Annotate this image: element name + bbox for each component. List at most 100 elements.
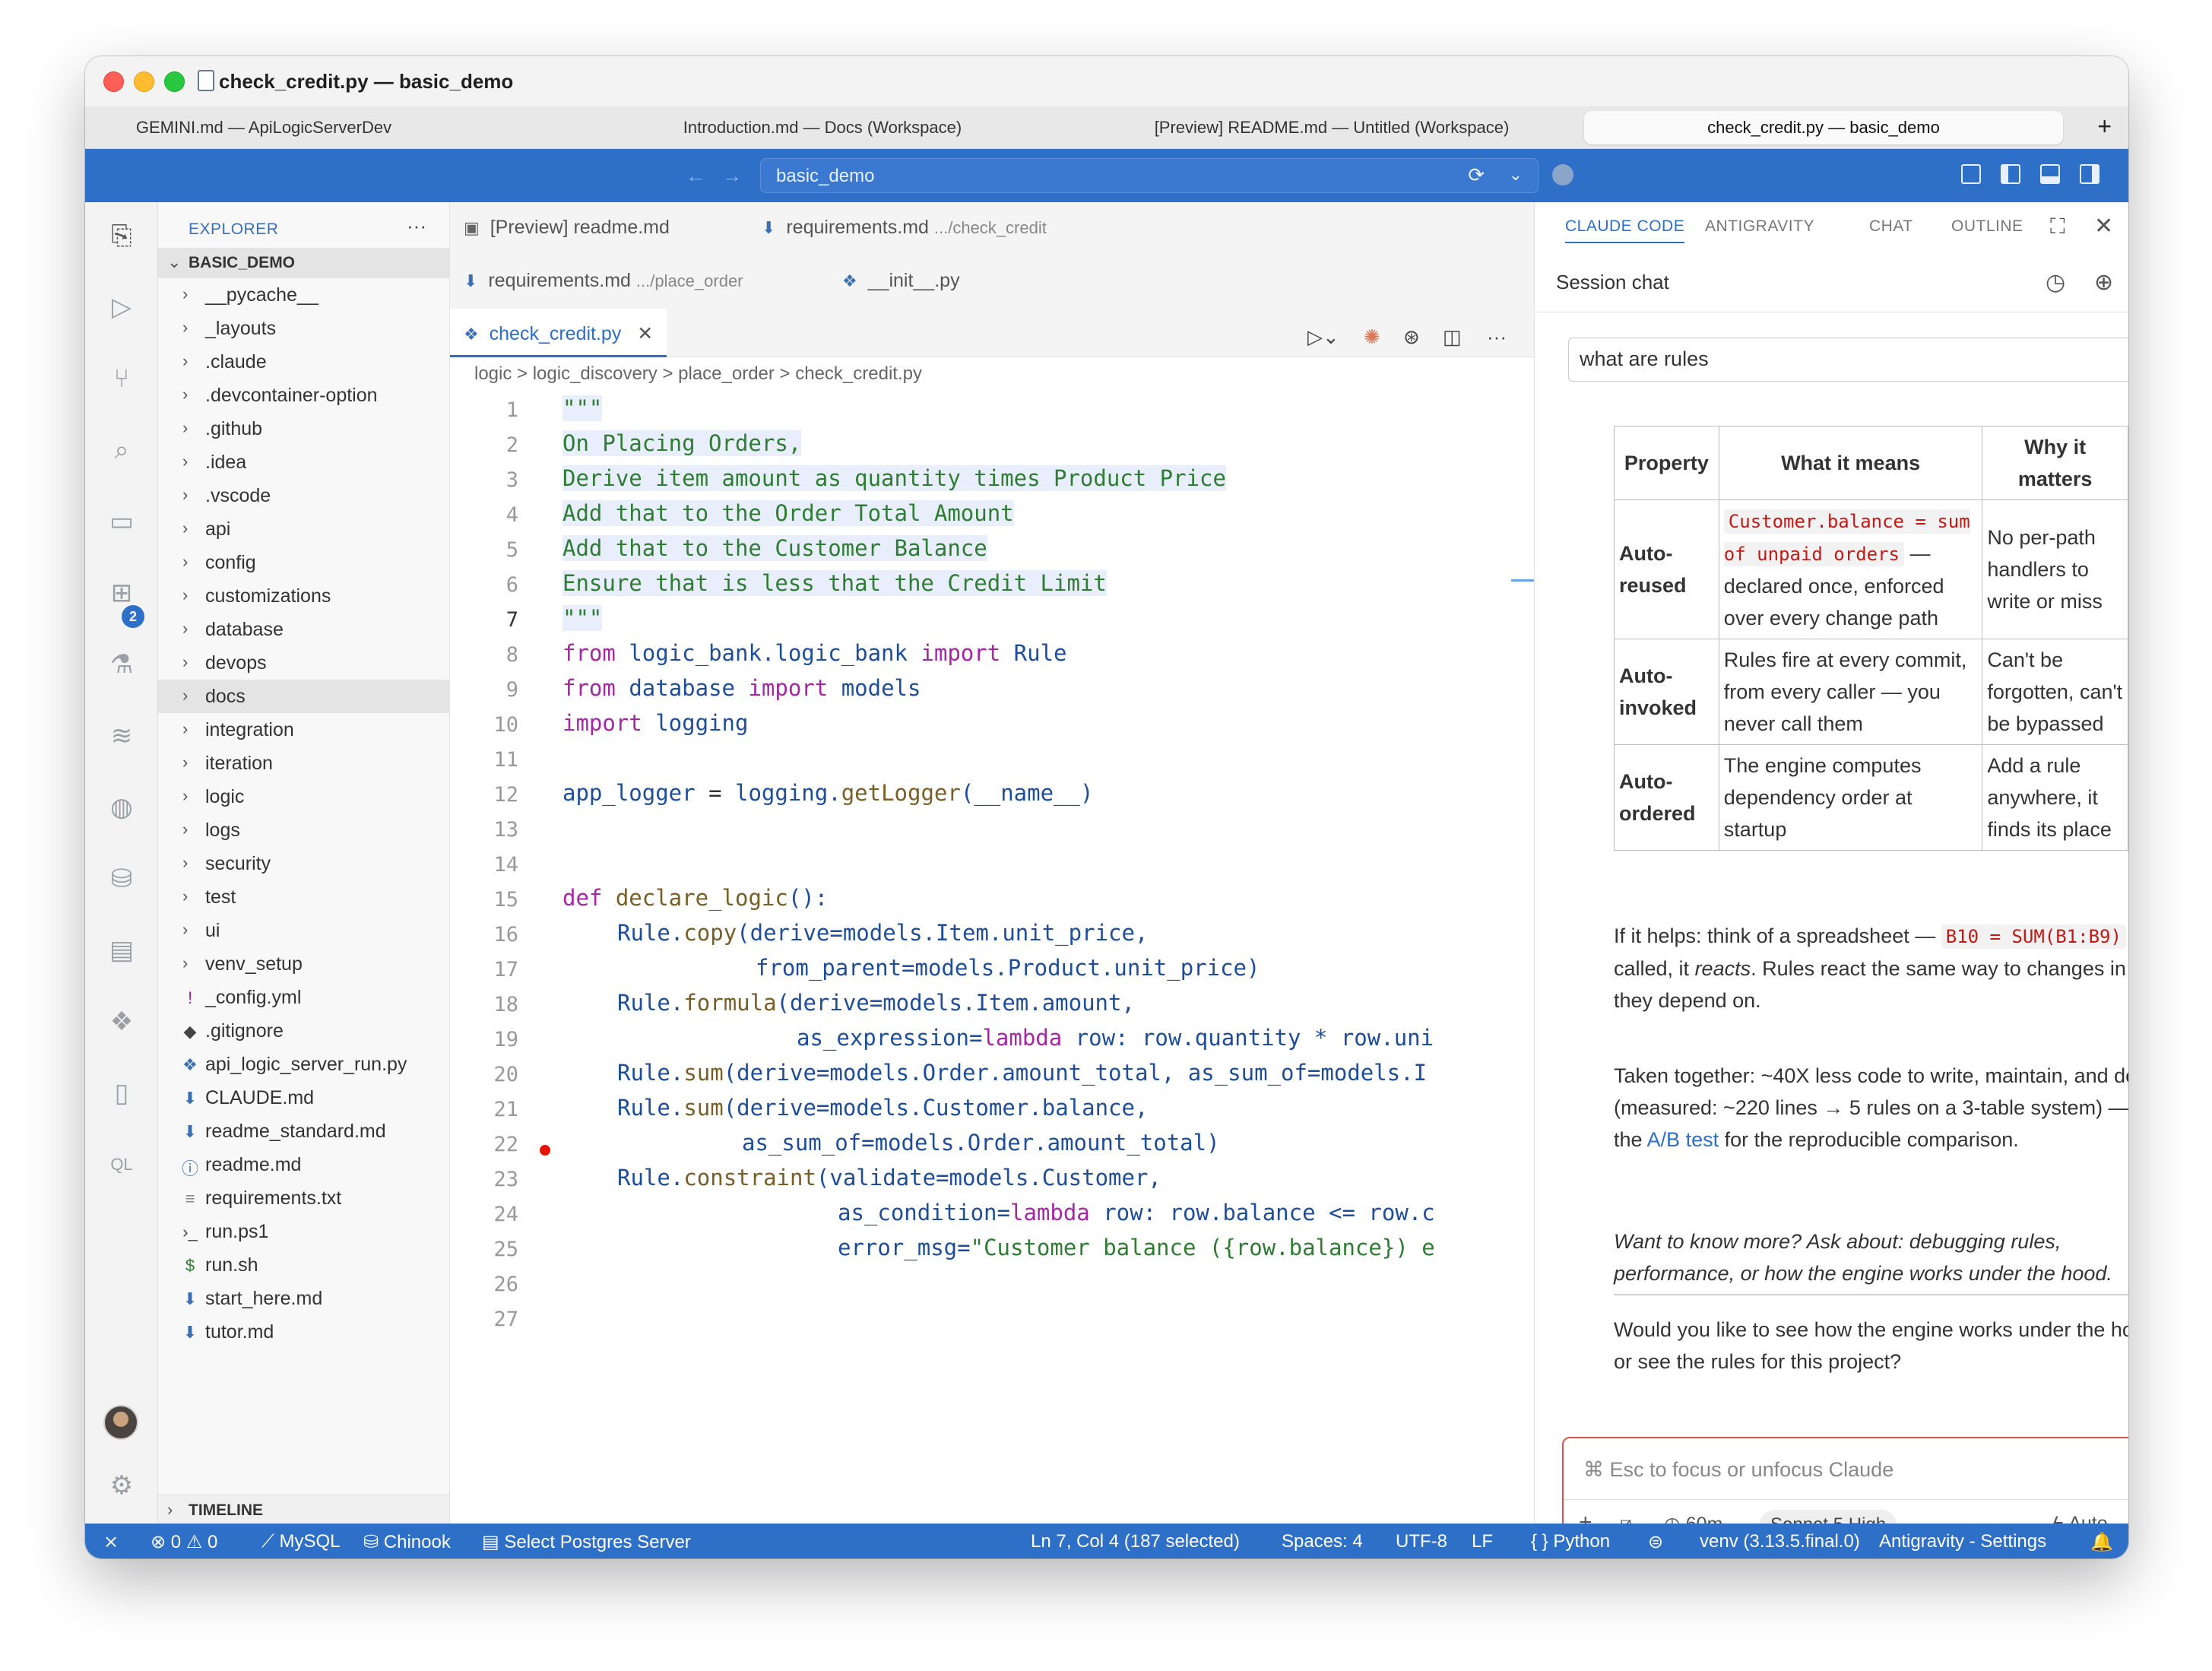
gear-icon[interactable]: ⚙	[105, 1469, 138, 1502]
split-editor-icon[interactable]: ◫	[1443, 325, 1462, 349]
mysql-status[interactable]: ⟋ MySQL	[261, 1531, 341, 1552]
explorer-files-icon[interactable]: ⎘	[105, 219, 138, 252]
close-tab-icon[interactable]: ✕	[637, 323, 653, 344]
window-tab[interactable]: Introduction.md — Docs (Workspace)	[632, 111, 1013, 144]
code-line-4[interactable]: Add that to the Order Total Amount	[563, 500, 1014, 526]
browser-window-icon[interactable]: ▤	[105, 934, 138, 967]
toggle-panel-icon[interactable]	[2040, 164, 2060, 184]
zoom-window-button[interactable]	[164, 71, 185, 92]
tree-folder[interactable]: › security	[158, 847, 449, 880]
code-line-6[interactable]: Ensure that is less that the Credit Limi…	[563, 570, 1107, 596]
scrollbar-position-marker[interactable]	[1511, 579, 1534, 582]
encoding[interactable]: UTF-8	[1396, 1531, 1447, 1552]
database-icon[interactable]: ⛁	[105, 862, 138, 896]
tree-folder[interactable]: › .github	[158, 412, 449, 445]
tree-file[interactable]: ⬇ tutor.md	[158, 1315, 449, 1349]
code-line-20[interactable]: Rule.sum(derive=models.Order.amount_tota…	[563, 1060, 1427, 1086]
code-line-3[interactable]: Derive item amount as quantity times Pro…	[563, 465, 1226, 491]
layers-icon[interactable]: ≋	[105, 719, 138, 753]
tree-folder[interactable]: › customizations	[158, 579, 449, 613]
tree-file[interactable]: ⬇ readme_standard.md	[158, 1115, 449, 1148]
code-line-23[interactable]: Rule.constraint(validate=models.Customer…	[563, 1165, 1161, 1191]
close-window-button[interactable]	[103, 71, 124, 92]
tree-file[interactable]: ›_ run.ps1	[158, 1215, 449, 1248]
remote-explorer-icon[interactable]: ▭	[105, 505, 138, 538]
postgres-status[interactable]: ▤ Select Postgres Server	[482, 1531, 691, 1553]
more-actions-icon[interactable]: ···	[407, 214, 426, 238]
tree-folder[interactable]: › logs	[158, 813, 449, 847]
tree-folder[interactable]: › .vscode	[158, 479, 449, 512]
tab-antigravity[interactable]: ANTIGRAVITY	[1705, 217, 1814, 236]
ab-test-link[interactable]: A/B test	[1647, 1128, 1719, 1151]
new-session-icon[interactable]: ⊕	[2094, 269, 2113, 296]
code-line-15[interactable]: def declare_logic():	[563, 885, 828, 911]
chinook-status[interactable]: ⛁ Chinook	[363, 1531, 451, 1553]
tree-folder[interactable]: › test	[158, 880, 449, 914]
problems-indicator[interactable]: ⊗ 0 ⚠ 0	[151, 1531, 217, 1553]
tree-folder[interactable]: › __pycache__	[158, 278, 449, 312]
code-line-5[interactable]: Add that to the Customer Balance	[563, 535, 987, 561]
window-tab-active[interactable]: check_credit.py — basic_demo	[1584, 111, 2063, 144]
chat-sparkle-icon[interactable]: ⟳	[1468, 163, 1485, 187]
new-tab-plus-icon[interactable]: +	[2097, 113, 2112, 141]
tree-folder[interactable]: › api	[158, 512, 449, 546]
explorer-root-folder[interactable]: ⌄ BASIC_DEMO	[158, 248, 449, 278]
code-line-21[interactable]: Rule.sum(derive=models.Customer.balance,	[563, 1095, 1148, 1121]
code-line-19[interactable]: as_expression=lambda row: row.quantity *…	[563, 1025, 1434, 1051]
tree-folder[interactable]: › docs	[158, 680, 449, 713]
chevron-down-icon[interactable]: ⌄	[1509, 165, 1523, 185]
search-icon[interactable]: ⌕	[105, 433, 138, 467]
python-interpreter[interactable]: venv (3.13.5.final.0)	[1700, 1531, 1860, 1552]
editor-tab[interactable]: ⬇ requirements.md .../place_order	[464, 255, 743, 306]
tree-file[interactable]: $ run.sh	[158, 1248, 449, 1282]
close-icon[interactable]: ✕	[2094, 213, 2113, 239]
code-line-25[interactable]: error_msg="Customer balance ({row.balanc…	[563, 1235, 1435, 1260]
tab-outline[interactable]: OUTLINE	[1951, 217, 2023, 236]
tab-chat[interactable]: CHAT	[1869, 217, 1913, 236]
more-actions-icon[interactable]: ···	[1487, 325, 1507, 349]
testing-flask-icon[interactable]: ⚗	[105, 648, 138, 681]
cursor-position[interactable]: Ln 7, Col 4 (187 selected)	[1031, 1531, 1240, 1552]
forward-arrow-icon[interactable]: →	[722, 164, 742, 188]
postgres-elephant-icon[interactable]: ◍	[105, 791, 138, 824]
sql-query-icon[interactable]: QL	[105, 1148, 138, 1181]
account-avatar[interactable]	[103, 1405, 138, 1440]
code-line-18[interactable]: Rule.formula(derive=models.Item.amount,	[563, 990, 1135, 1016]
minimize-window-button[interactable]	[134, 71, 154, 92]
notebook-icon[interactable]: ▯	[105, 1076, 138, 1110]
window-tab[interactable]: [Preview] README.md — Untitled (Workspac…	[1142, 111, 1522, 144]
maximize-icon[interactable]: ⛶	[2050, 214, 2065, 239]
python-icon[interactable]: ❖	[105, 1005, 138, 1038]
history-clock-icon[interactable]: ◷	[2046, 269, 2065, 296]
toggle-primary-sidebar-icon[interactable]	[2001, 164, 2020, 184]
run-python-icon[interactable]: ▷⌄	[1307, 325, 1339, 349]
run-debug-icon[interactable]: ▷	[105, 290, 138, 324]
window-tab[interactable]: GEMINI.md — ApiLogicServerDev (Workspace…	[131, 111, 397, 170]
line-ending[interactable]: LF	[1472, 1531, 1493, 1552]
tree-folder[interactable]: › devops	[158, 646, 449, 680]
code-line-22[interactable]: as_sum_of=models.Order.amount_total)	[563, 1130, 1220, 1156]
tree-file[interactable]: ❖ api_logic_server_run.py	[158, 1048, 449, 1081]
customize-layout-icon[interactable]	[1961, 164, 1981, 184]
tree-folder[interactable]: › .claude	[158, 345, 449, 379]
code-line-24[interactable]: as_condition=lambda row: row.balance <= …	[563, 1200, 1435, 1226]
timeline-section[interactable]: › TIMELINE	[158, 1495, 449, 1524]
code-line-7[interactable]: """	[563, 605, 603, 631]
tree-file[interactable]: ≡ requirements.txt	[158, 1181, 449, 1215]
remote-indicator-icon[interactable]: ⨯	[103, 1531, 119, 1553]
back-arrow-icon[interactable]: ←	[686, 164, 705, 188]
tree-folder[interactable]: › logic	[158, 780, 449, 813]
tree-folder[interactable]: › _layouts	[158, 312, 449, 345]
breadcrumb[interactable]: logic > logic_discovery > place_order > …	[474, 363, 922, 385]
toggle-secondary-sidebar-icon[interactable]	[2080, 164, 2099, 184]
tree-folder[interactable]: › .idea	[158, 445, 449, 479]
tree-folder[interactable]: › .devcontainer-option	[158, 379, 449, 412]
language-mode[interactable]: { } Python	[1531, 1531, 1610, 1552]
agent-icon[interactable]	[1552, 164, 1573, 185]
code-line-1[interactable]: """	[563, 395, 603, 421]
code-line-9[interactable]: from database import models	[563, 675, 921, 701]
code-line-16[interactable]: Rule.copy(derive=models.Item.unit_price,	[563, 920, 1148, 946]
tree-folder[interactable]: › iteration	[158, 747, 449, 780]
claude-icon[interactable]: ✺	[1364, 325, 1380, 349]
tree-folder[interactable]: › database	[158, 613, 449, 646]
